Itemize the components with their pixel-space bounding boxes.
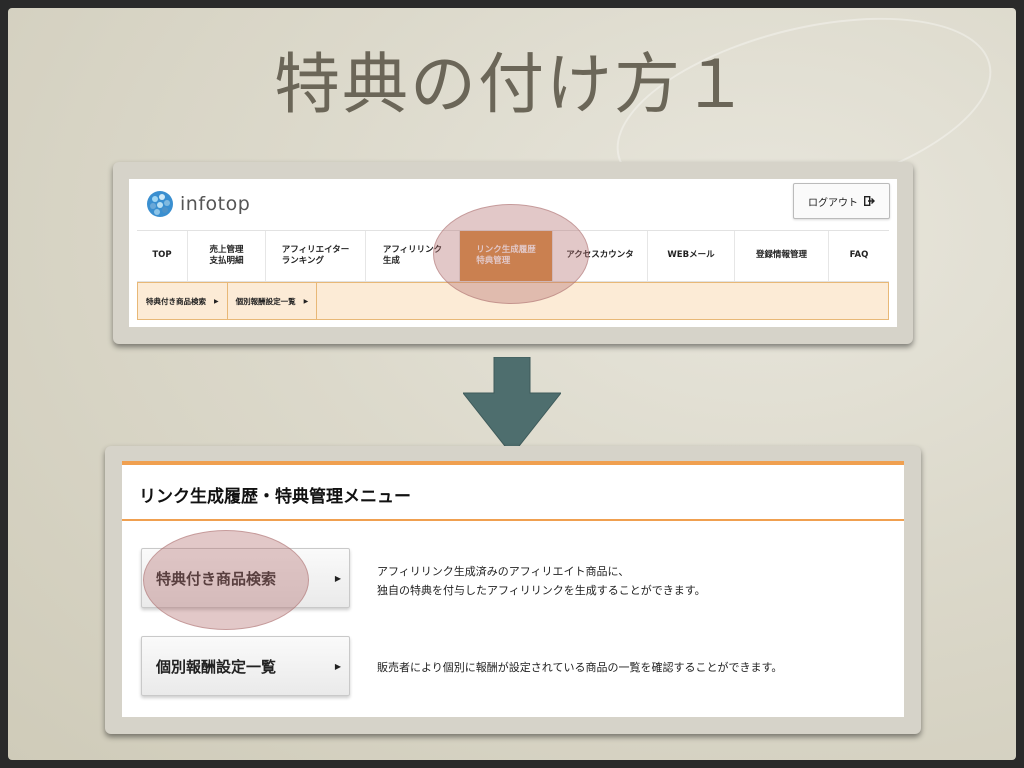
down-arrow-icon — [463, 357, 561, 455]
logo-globe-icon — [147, 191, 173, 217]
nav-item-registration[interactable]: 登録情報管理 — [735, 231, 829, 281]
subnav-label: 個別報酬設定一覧 — [235, 296, 296, 306]
subnav-label: 特典付き商品検索 — [146, 296, 206, 306]
logo-text: infotop — [180, 193, 251, 215]
triangle-right-icon: ▶ — [334, 661, 341, 671]
subnav-item-bonus-search[interactable]: 特典付き商品検索 ▶ — [138, 283, 228, 319]
triangle-right-icon: ▶ — [334, 573, 341, 583]
individual-reward-list-description: 販売者により個別に報酬が設定されている商品の一覧を確認することができます。 — [377, 661, 783, 674]
subnav-item-individual-reward[interactable]: 個別報酬設定一覧 ▶ — [228, 283, 318, 319]
logo[interactable]: infotop — [146, 189, 250, 219]
logout-button[interactable]: ログアウト — [793, 183, 890, 219]
triangle-right-icon: ▶ — [214, 297, 219, 305]
highlight-circle-nav — [433, 204, 589, 304]
individual-reward-list-button[interactable]: 個別報酬設定一覧 ▶ — [141, 636, 350, 696]
nav-item-top[interactable]: TOP — [137, 231, 188, 281]
nav-item-webmail[interactable]: WEBメール — [648, 231, 735, 281]
bonus-product-search-description: アフィリリンク生成済みのアフィリエイト商品に、 独自の特典を付与したアフィリリン… — [377, 565, 706, 598]
triangle-right-icon: ▶ — [303, 297, 309, 305]
nav-item-sales[interactable]: 売上管理 支払明細 — [188, 231, 266, 281]
highlight-circle-button — [143, 530, 309, 630]
slide-title: 特典の付け方１ — [274, 46, 750, 123]
nav-item-ranking[interactable]: アフィリエイター ランキング — [266, 231, 366, 281]
menu-title: リンク生成履歴・特典管理メニュー — [139, 487, 411, 507]
nav-item-faq[interactable]: FAQ — [829, 231, 889, 281]
logout-icon — [864, 196, 875, 206]
top-divider — [122, 461, 904, 465]
title-divider — [122, 519, 904, 521]
logout-label: ログアウト — [808, 197, 858, 209]
button-label: 個別報酬設定一覧 — [156, 657, 277, 676]
